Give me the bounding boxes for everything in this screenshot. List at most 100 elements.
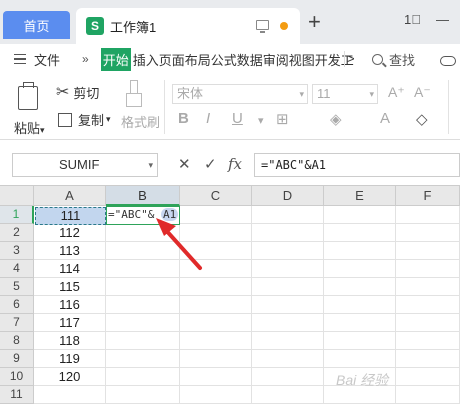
row-header[interactable]: 9 [0, 350, 34, 368]
cell[interactable] [180, 296, 252, 314]
cell[interactable] [180, 332, 252, 350]
cell[interactable] [252, 368, 324, 386]
cell[interactable]: 118 [34, 332, 106, 350]
font-family-select[interactable]: 宋体 ▾ [172, 84, 308, 104]
insert-function-button[interactable]: fx [228, 155, 242, 173]
cell[interactable] [396, 332, 460, 350]
row-header[interactable]: 10 [0, 368, 34, 386]
confirm-formula-button[interactable]: ✓ [204, 155, 217, 173]
column-header-d[interactable]: D [252, 186, 324, 206]
cell[interactable] [396, 386, 460, 404]
tab-home[interactable]: 首页 [3, 11, 70, 39]
new-tab-button[interactable]: + [308, 11, 321, 33]
cell[interactable] [180, 368, 252, 386]
cell[interactable] [396, 206, 460, 224]
menu-start-tab[interactable]: 开始 [100, 47, 131, 71]
underline-button[interactable]: U [232, 110, 243, 127]
cell[interactable] [252, 332, 324, 350]
decrease-font-icon[interactable]: A⁻ [414, 84, 431, 101]
cell[interactable] [106, 296, 180, 314]
clear-icon[interactable]: ◇ [416, 110, 428, 128]
search-button[interactable]: 查找 [372, 50, 415, 69]
cell[interactable]: 119 [34, 350, 106, 368]
column-header-e[interactable]: E [324, 186, 396, 206]
cell[interactable] [106, 332, 180, 350]
cell[interactable]: 112 [34, 224, 106, 242]
fill-color-icon[interactable]: ◈ [330, 110, 342, 128]
cell[interactable] [106, 350, 180, 368]
cell[interactable] [106, 314, 180, 332]
cell[interactable] [324, 278, 396, 296]
cell[interactable] [324, 260, 396, 278]
menu-tabs[interactable]: 插入页面布局公式数据审阅视图开发工 [133, 50, 354, 69]
cell-a1[interactable]: 111 [35, 207, 106, 225]
row-header[interactable]: 1 [0, 206, 34, 224]
cell[interactable]: 113 [34, 242, 106, 260]
layout-icon[interactable]: 1⃞ [404, 12, 421, 27]
cell[interactable] [252, 206, 324, 224]
cell[interactable]: 114 [34, 260, 106, 278]
cell[interactable] [252, 242, 324, 260]
cell[interactable] [252, 278, 324, 296]
file-menu[interactable]: 文件 [14, 50, 60, 69]
column-header-a[interactable]: A [34, 186, 106, 206]
formula-input[interactable]: ="ABC"&A1 [254, 153, 460, 177]
cell[interactable] [324, 296, 396, 314]
cell[interactable] [106, 368, 180, 386]
border-icon[interactable]: ⊞ [276, 110, 289, 128]
format-painter-icon[interactable] [124, 80, 142, 108]
cell[interactable] [180, 386, 252, 404]
cell[interactable]: 120 [34, 368, 106, 386]
cell[interactable] [180, 278, 252, 296]
cell[interactable] [324, 350, 396, 368]
row-header[interactable]: 2 [0, 224, 34, 242]
more-menu-icon[interactable]: » [82, 52, 89, 66]
italic-button[interactable]: I [206, 110, 210, 127]
bold-button[interactable]: B [178, 110, 189, 127]
cell[interactable] [324, 206, 396, 224]
cell[interactable] [396, 314, 460, 332]
cell[interactable] [180, 350, 252, 368]
cell[interactable] [252, 296, 324, 314]
cell-a1-reference-highlight[interactable]: 111 [35, 207, 106, 225]
minimize-button[interactable]: — [436, 12, 449, 27]
cell[interactable]: 117 [34, 314, 106, 332]
cut-button[interactable]: ✂ 剪切 [56, 82, 99, 102]
row-header[interactable]: 6 [0, 296, 34, 314]
cell[interactable] [252, 350, 324, 368]
cell[interactable]: 115 [34, 278, 106, 296]
cell[interactable] [324, 224, 396, 242]
row-header[interactable]: 7 [0, 314, 34, 332]
tab-document[interactable]: S 工作簿1 [76, 8, 300, 44]
cell[interactable] [34, 386, 106, 404]
cancel-formula-button[interactable]: ✕ [178, 155, 191, 173]
cell[interactable] [396, 368, 460, 386]
row-header[interactable]: 3 [0, 242, 34, 260]
column-header-f[interactable]: F [396, 186, 460, 206]
column-header-c[interactable]: C [180, 186, 252, 206]
row-header[interactable]: 11 [0, 386, 34, 404]
cell[interactable] [252, 224, 324, 242]
cell[interactable] [180, 314, 252, 332]
cell[interactable] [396, 296, 460, 314]
menu-scroll-right-icon[interactable]: > [344, 51, 355, 67]
cell[interactable] [252, 386, 324, 404]
increase-font-icon[interactable]: A⁺ [388, 84, 405, 101]
font-color-icon[interactable]: A [380, 110, 390, 127]
cell[interactable] [396, 224, 460, 242]
name-box[interactable]: SUMIF ▾ [12, 153, 158, 177]
cloud-icon[interactable] [440, 56, 456, 66]
font-size-select[interactable]: 11 ▾ [312, 84, 378, 104]
cell[interactable] [324, 314, 396, 332]
cell[interactable]: 116 [34, 296, 106, 314]
column-header-b[interactable]: B [106, 186, 180, 206]
cell[interactable] [396, 350, 460, 368]
cell[interactable] [252, 314, 324, 332]
cell[interactable] [324, 242, 396, 260]
cell[interactable] [252, 260, 324, 278]
select-all-corner[interactable] [0, 186, 34, 206]
row-header[interactable]: 8 [0, 332, 34, 350]
row-header[interactable]: 5 [0, 278, 34, 296]
cell[interactable] [106, 386, 180, 404]
cell[interactable] [106, 278, 180, 296]
